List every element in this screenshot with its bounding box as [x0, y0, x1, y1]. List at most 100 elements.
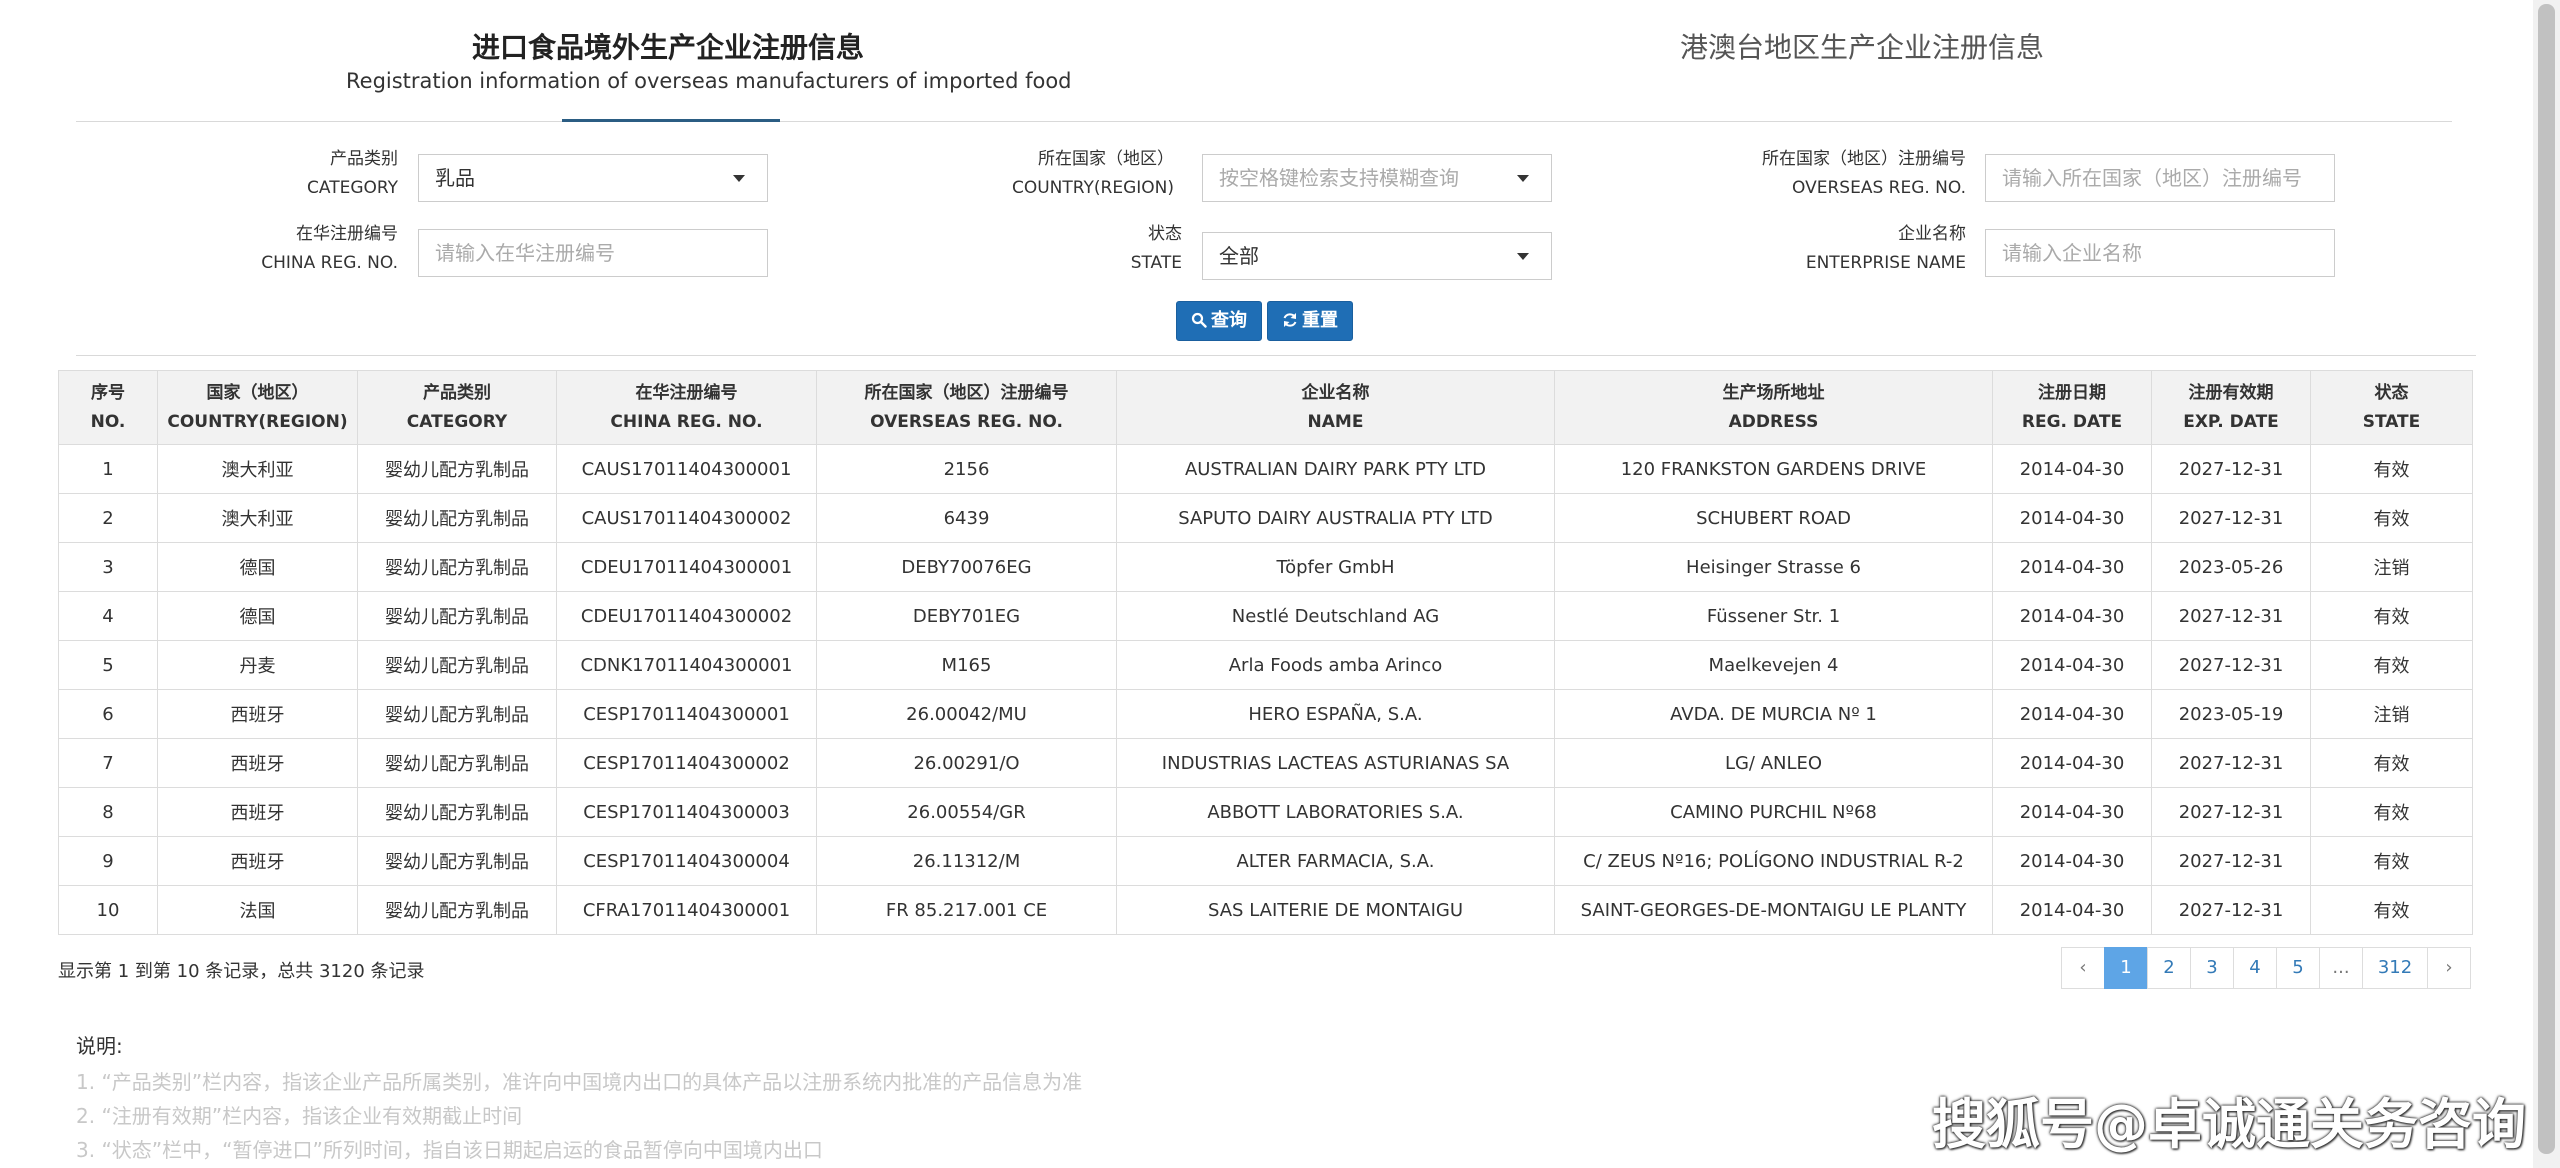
cell-overseas-reg: DEBY701EG [816, 591, 1117, 641]
cell-china-reg: CAUS17011404300002 [556, 493, 817, 543]
table-row[interactable]: 2 澳大利亚 婴幼儿配方乳制品 CAUS17011404300002 6439 SAPUT… [58, 493, 2473, 543]
col-header-exp-date[interactable]: 注册有效期 EXP. DATE [2151, 370, 2311, 445]
page-5-button[interactable]: 5 [2276, 947, 2320, 989]
country-select[interactable]: 按空格键检索支持模糊查询 [1202, 154, 1552, 202]
china-reg-input[interactable]: 请输入在华注册编号 [418, 229, 768, 277]
cell-country: 西班牙 [157, 787, 358, 837]
table-row[interactable]: 1 澳大利亚 婴幼儿配方乳制品 CAUS17011404300001 2156 AUSTR… [58, 444, 2473, 494]
cell-exp-date: 2027-12-31 [2151, 493, 2311, 543]
tab-divider [76, 121, 2452, 122]
cell-china-reg: CDNK17011404300001 [556, 640, 817, 690]
cell-overseas-reg: 26.00042/MU [816, 689, 1117, 739]
overseas-reg-placeholder: 请输入所在国家（地区）注册编号 [2002, 166, 2302, 190]
last-page-button[interactable]: 312 [2362, 947, 2428, 989]
cell-state: 有效 [2310, 493, 2473, 543]
registration-table: 序号 NO. 国家（地区） COUNTRY(REGION) 产品类别 CATEGORY… [58, 370, 2473, 935]
cell-no: 10 [58, 885, 158, 935]
pagination: ‹ 1 2 3 4 5 ... 312 › [2061, 947, 2471, 989]
cell-country: 澳大利亚 [157, 493, 358, 543]
table-row[interactable]: 8 西班牙 婴幼儿配方乳制品 CESP17011404300003 26.00554/G… [58, 787, 2473, 837]
cell-no: 4 [58, 591, 158, 641]
tab-overseas-title-cn: 进口食品境外生产企业注册信息 [472, 31, 865, 64]
cell-no: 8 [58, 787, 158, 837]
table-row[interactable]: 3 德国 婴幼儿配方乳制品 CDEU17011404300001 DEBY70076EG… [58, 542, 2473, 592]
col-header-address[interactable]: 生产场所地址 ADDRESS [1554, 370, 1993, 445]
enterprise-placeholder: 请输入企业名称 [2002, 241, 2142, 265]
cell-name: Arla Foods amba Arinco [1116, 640, 1555, 690]
cell-china-reg: CESP17011404300004 [556, 836, 817, 886]
col-header-name[interactable]: 企业名称 NAME [1116, 370, 1555, 445]
cell-state: 有效 [2310, 836, 2473, 886]
page-4-button[interactable]: 4 [2233, 947, 2277, 989]
col-header-overseas-reg[interactable]: 所在国家（地区）注册编号 OVERSEAS REG. NO. [816, 370, 1117, 445]
cell-reg-date: 2014-04-30 [1992, 787, 2152, 837]
cell-exp-date: 2027-12-31 [2151, 787, 2311, 837]
cell-name: HERO ESPAÑA, S.A. [1116, 689, 1555, 739]
record-summary: 显示第 1 到第 10 条记录，总共 3120 条记录 [58, 961, 425, 982]
cell-exp-date: 2027-12-31 [2151, 591, 2311, 641]
col-header-no[interactable]: 序号 NO. [58, 370, 158, 445]
col-header-category[interactable]: 产品类别 CATEGORY [357, 370, 557, 445]
enterprise-input[interactable]: 请输入企业名称 [1985, 229, 2335, 277]
tab-hk-macao-taiwan[interactable]: 港澳台地区生产企业注册信息 [1680, 26, 2044, 66]
cell-address: SCHUBERT ROAD [1554, 493, 1993, 543]
chevron-down-icon [1517, 175, 1529, 182]
cell-name: SAPUTO DAIRY AUSTRALIA PTY LTD [1116, 493, 1555, 543]
col-header-reg-date[interactable]: 注册日期 REG. DATE [1992, 370, 2152, 445]
col-header-china-reg[interactable]: 在华注册编号 CHINA REG. NO. [556, 370, 817, 445]
table-header-row: 序号 NO. 国家（地区） COUNTRY(REGION) 产品类别 CATEGORY… [58, 370, 2473, 445]
table-row[interactable]: 6 西班牙 婴幼儿配方乳制品 CESP17011404300001 26.00042/M… [58, 689, 2473, 739]
refresh-icon [1283, 312, 1297, 327]
table-row[interactable]: 5 丹麦 婴幼儿配方乳制品 CDNK17011404300001 M165 Arla Fo… [58, 640, 2473, 690]
table-row[interactable]: 4 德国 婴幼儿配方乳制品 CDEU17011404300002 DEBY701EG Ne… [58, 591, 2473, 641]
cell-address: LG/ ANLEO [1554, 738, 1993, 788]
note-2: 2. “注册有效期”栏内容，指该企业有效期截止时间 [76, 1104, 523, 1128]
cell-reg-date: 2014-04-30 [1992, 738, 2152, 788]
cell-overseas-reg: FR 85.217.001 CE [816, 885, 1117, 935]
cell-country: 西班牙 [157, 836, 358, 886]
cell-category: 婴幼儿配方乳制品 [357, 836, 557, 886]
table-row[interactable]: 9 西班牙 婴幼儿配方乳制品 CESP17011404300004 26.11312/M… [58, 836, 2473, 886]
table-row[interactable]: 10 法国 婴幼儿配方乳制品 CFRA17011404300001 FR 85.217.… [58, 885, 2473, 935]
category-select[interactable]: 乳品 [418, 154, 768, 202]
overseas-reg-input[interactable]: 请输入所在国家（地区）注册编号 [1985, 154, 2335, 202]
reset-button-label: 重置 [1302, 310, 1338, 331]
cell-category: 婴幼儿配方乳制品 [357, 542, 557, 592]
cell-country: 澳大利亚 [157, 444, 358, 494]
col-header-country[interactable]: 国家（地区） COUNTRY(REGION) [157, 370, 358, 445]
page-1-button[interactable]: 1 [2104, 947, 2148, 989]
next-page-button[interactable]: › [2427, 947, 2471, 989]
cell-state: 有效 [2310, 885, 2473, 935]
cell-name: Töpfer GmbH [1116, 542, 1555, 592]
state-select[interactable]: 全部 [1202, 232, 1552, 280]
cell-country: 西班牙 [157, 738, 358, 788]
cell-name: ALTER FARMACIA, S.A. [1116, 836, 1555, 886]
reset-button[interactable]: 重置 [1267, 301, 1353, 341]
note-3: 3. “状态”栏中，“暂停进口”所列时间，指自该日期起启运的食品暂停向中国境内出… [76, 1138, 823, 1162]
cell-exp-date: 2027-12-31 [2151, 444, 2311, 494]
cell-state: 有效 [2310, 640, 2473, 690]
page-3-button[interactable]: 3 [2190, 947, 2234, 989]
pagination-ellipsis: ... [2319, 947, 2363, 989]
cell-address: AVDA. DE MURCIA Nº 1 [1554, 689, 1993, 739]
cell-reg-date: 2014-04-30 [1992, 493, 2152, 543]
table-row[interactable]: 7 西班牙 婴幼儿配方乳制品 CESP17011404300002 26.00291/O… [58, 738, 2473, 788]
scrollbar-thumb[interactable] [2538, 4, 2555, 1154]
cell-overseas-reg: 26.00291/O [816, 738, 1117, 788]
cell-category: 婴幼儿配方乳制品 [357, 689, 557, 739]
page-2-button[interactable]: 2 [2147, 947, 2191, 989]
search-button[interactable]: 查询 [1176, 301, 1262, 341]
cell-state: 有效 [2310, 444, 2473, 494]
col-header-state[interactable]: 状态 STATE [2310, 370, 2473, 445]
search-button-label: 查询 [1211, 310, 1247, 331]
cell-china-reg: CESP17011404300002 [556, 738, 817, 788]
cell-category: 婴幼儿配方乳制品 [357, 640, 557, 690]
prev-page-button[interactable]: ‹ [2061, 947, 2105, 989]
cell-state: 注销 [2310, 542, 2473, 592]
category-select-value: 乳品 [435, 166, 475, 190]
cell-reg-date: 2014-04-30 [1992, 591, 2152, 641]
cell-reg-date: 2014-04-30 [1992, 444, 2152, 494]
cell-name: SAS LAITERIE DE MONTAIGU [1116, 885, 1555, 935]
cell-overseas-reg: M165 [816, 640, 1117, 690]
cell-exp-date: 2027-12-31 [2151, 836, 2311, 886]
